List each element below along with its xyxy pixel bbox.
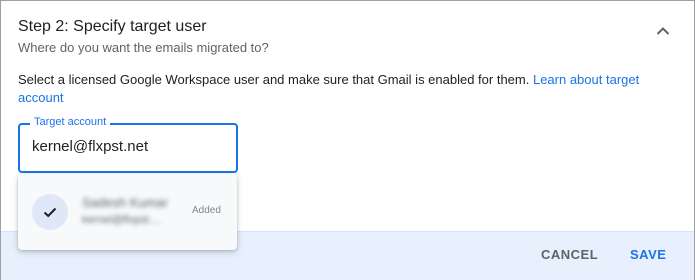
- cancel-button[interactable]: CANCEL: [541, 247, 598, 262]
- step-subtitle: Where do you want the emails migrated to…: [18, 40, 269, 55]
- chevron-up-icon[interactable]: [652, 20, 674, 42]
- instructions: Select a licensed Google Workspace user …: [18, 71, 648, 107]
- suggestion-dropdown[interactable]: Sadesh Kumar kernel@flxpst.... Added: [18, 174, 237, 250]
- checkmark-icon: [32, 194, 68, 230]
- target-account-label: Target account: [30, 116, 111, 128]
- save-button[interactable]: SAVE: [630, 247, 666, 262]
- step-title: Step 2: Specify target user: [18, 18, 207, 35]
- target-account-input[interactable]: [32, 138, 232, 155]
- suggestion-status: Added: [192, 205, 221, 216]
- suggestion-email: kernel@flxpst....: [82, 214, 162, 226]
- instructions-text: Select a licensed Google Workspace user …: [18, 72, 533, 87]
- suggestion-name: Sadesh Kumar: [82, 195, 168, 210]
- target-account-field[interactable]: Target account: [18, 116, 238, 173]
